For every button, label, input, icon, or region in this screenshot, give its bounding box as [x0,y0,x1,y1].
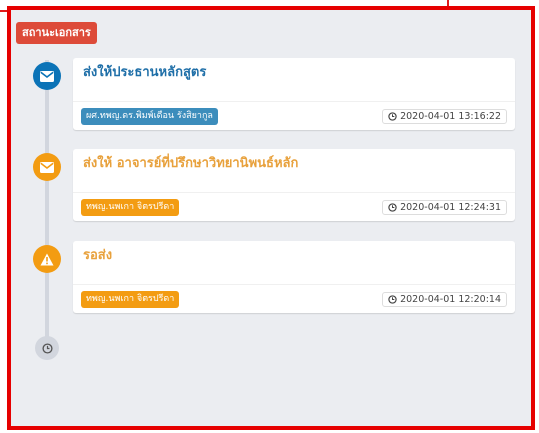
person-badge: ทพญ.นพเกา จิตรปรีดา [81,290,180,308]
timeline-item-footer: ทพญ.นพเกา จิตรปรีดา 2020-04-01 12:20:14 [73,285,515,313]
timeline-item-footer: ผศ.ทพญ.ดร.พิมพ์เดือน รังสิยากูล 2020-04-… [73,102,515,130]
document-status-panel: สถานะเอกสาร ส่งให้ประธานหลักสูตร ผศ.ทพญ.… [7,6,535,430]
clock-icon [388,111,397,121]
timeline-item-title: ส่งให้ อาจารย์ที่ปรึกษาวิทยานิพนธ์หลัก [73,149,515,193]
timeline-item-footer: ทพญ.นพเกา จิตรปรีดา 2020-04-01 12:24:31 [73,193,515,221]
timestamp: 2020-04-01 12:20:14 [382,291,507,307]
envelope-icon [33,153,61,181]
timestamp-text: 2020-04-01 12:20:14 [400,293,501,305]
clock-icon [388,294,397,304]
clock-icon [35,336,59,360]
timeline-item-title: รอส่ง [73,241,515,285]
timeline-item: ส่งให้ประธานหลักสูตร ผศ.ทพญ.ดร.พิมพ์เดือ… [73,58,515,130]
envelope-icon [33,62,61,90]
timeline-item: ส่งให้ อาจารย์ที่ปรึกษาวิทยานิพนธ์หลัก ท… [73,149,515,221]
timestamp: 2020-04-01 13:16:22 [382,108,507,124]
person-badge: ผศ.ทพญ.ดร.พิมพ์เดือน รังสิยากูล [81,107,218,125]
timeline-item-title: ส่งให้ประธานหลักสูตร [73,58,515,102]
timestamp-text: 2020-04-01 12:24:31 [400,201,501,213]
timeline-item: รอส่ง ทพญ.นพเกา จิตรปรีดา 2020-04-01 12:… [73,241,515,313]
status-title-label: สถานะเอกสาร [16,22,97,44]
timestamp: 2020-04-01 12:24:31 [382,199,507,215]
clock-icon [388,202,397,212]
person-badge: ทพญ.นพเกา จิตรปรีดา [81,198,180,216]
timeline-line [45,60,49,345]
warning-icon [33,245,61,273]
timestamp-text: 2020-04-01 13:16:22 [400,110,501,122]
